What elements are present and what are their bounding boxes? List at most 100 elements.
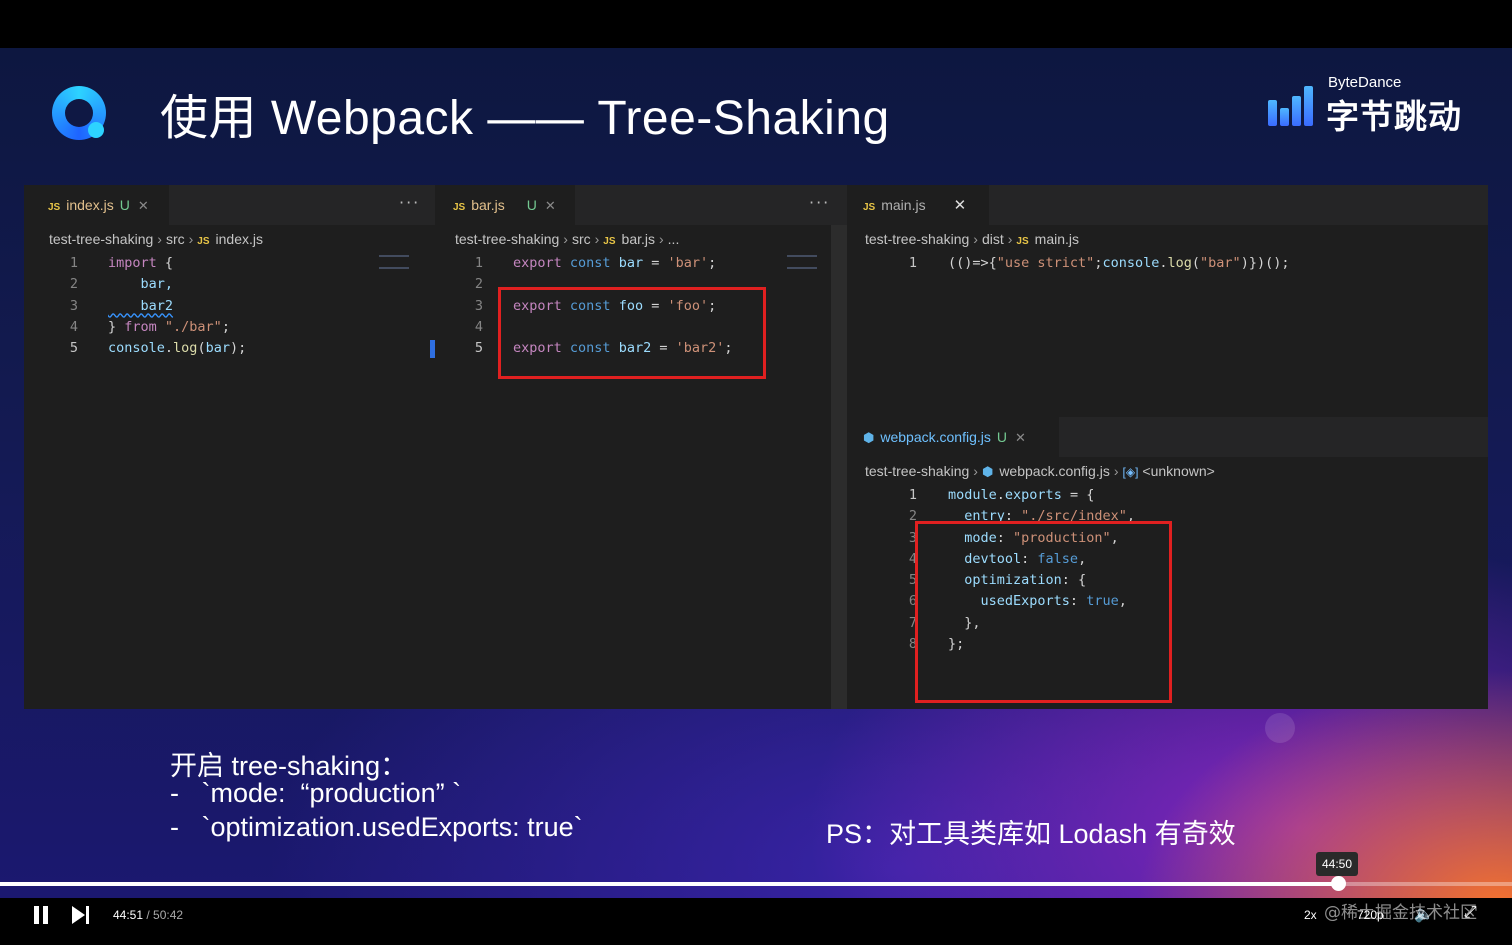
code-token: bar2 — [108, 297, 174, 314]
scrollbar[interactable] — [831, 225, 847, 709]
caption-ps: PS：对工具类库如 Lodash 有奇效 — [826, 819, 1236, 849]
highlight-box — [915, 521, 1172, 703]
js-file-icon: JS — [453, 202, 466, 213]
pane-webpack-config: ⬢ webpack.config.js U ✕ test-tree-shaking › ⬢… — [849, 417, 1488, 709]
player-controls: 44:51 / 50:42 2x 720p 🔈 ⤢ @稀土掘金技术社区 — [0, 898, 1512, 945]
highlight-box — [498, 287, 766, 379]
tab-bar: JS bar.js U ✕ ··· — [437, 185, 847, 225]
symbol-icon: [◈] — [1122, 465, 1139, 479]
code-text: module.exports = { — [948, 485, 1094, 506]
code-line[interactable]: 1 module.exports = { — [849, 485, 1488, 506]
code-token: console — [108, 340, 165, 357]
code-line[interactable]: 2 bar, — [24, 274, 435, 295]
hover-time-tooltip: 44:50 — [1316, 852, 1359, 876]
code-token: )})(); — [1240, 255, 1290, 271]
skip-next-icon[interactable] — [70, 906, 92, 926]
line-number: 4 — [908, 550, 917, 567]
code-text: (()=>{"use strict";console.log("bar")})(… — [948, 253, 1289, 274]
code-token: ( — [197, 340, 206, 357]
line-number: 4 — [69, 318, 78, 335]
line-number: 6 — [908, 593, 917, 610]
line-number: 5 — [908, 572, 917, 589]
tab-main-js[interactable]: JS main.js ✕ — [849, 185, 989, 225]
line-number: 4 — [474, 318, 483, 335]
code-line[interactable]: 4} from "./bar"; — [24, 317, 435, 338]
line-number: 1 — [474, 255, 483, 271]
code-token: . — [996, 487, 1005, 503]
time-display: 44:51 / 50:42 — [113, 908, 184, 922]
bytedance-logo-icon — [1268, 86, 1316, 126]
line-number: 3 — [908, 529, 917, 546]
code-token: import — [108, 255, 157, 271]
code-token: ; — [708, 255, 717, 271]
breadcrumb: test-tree-shaking › src › JS bar.js ›... — [455, 231, 680, 247]
pause-icon[interactable] — [32, 906, 50, 926]
code-token: } — [108, 318, 125, 335]
code-token: bar — [618, 255, 644, 271]
line-number: 1 — [908, 255, 917, 271]
brand-latin: ByteDance — [1328, 74, 1402, 91]
code-token: module — [948, 487, 997, 503]
tab-bar: ⬢ webpack.config.js U ✕ — [849, 417, 1488, 457]
js-file-icon: JS — [48, 202, 61, 213]
code-line[interactable]: 3 bar2 — [24, 296, 435, 317]
webpack-file-icon: ⬢ — [981, 464, 994, 479]
code-token: console — [1102, 255, 1160, 271]
more-actions-icon[interactable]: ··· — [809, 185, 830, 225]
tab-bar: JS main.js ✕ — [849, 185, 1488, 225]
code-token: { — [156, 255, 174, 271]
line-number: 3 — [69, 297, 78, 314]
code-token: exports — [1004, 487, 1062, 503]
progress-fill — [0, 882, 1338, 886]
code-text: bar, — [108, 274, 174, 295]
tab-webpack-config[interactable]: ⬢ webpack.config.js U ✕ — [849, 417, 1059, 457]
js-file-icon: JS — [603, 236, 616, 247]
js-file-icon: JS — [197, 236, 210, 247]
code-token: ; — [221, 318, 230, 335]
code-token: log — [173, 340, 198, 357]
line-number: 8 — [908, 636, 917, 653]
tab-index-js[interactable]: JS index.js U ✕ — [24, 185, 169, 225]
more-actions-icon[interactable]: ··· — [399, 185, 420, 225]
minimap[interactable] — [379, 255, 409, 269]
code-token: bar, — [108, 276, 174, 293]
slide-title: 使用 Webpack —— Tree-Shaking — [160, 92, 890, 145]
code-line[interactable]: 1 (()=>{"use strict";console.log("bar")})… — [849, 253, 1488, 274]
code-line[interactable]: 1 export const bar = 'bar'; — [437, 253, 847, 274]
scroll-indicator — [430, 340, 435, 358]
js-file-icon: JS — [863, 202, 876, 213]
close-icon[interactable]: ✕ — [545, 198, 556, 213]
course-logo-dot — [88, 122, 104, 138]
speed-button[interactable]: 2x — [1304, 908, 1317, 922]
close-icon[interactable]: ✕ — [138, 198, 149, 213]
close-icon[interactable]: ✕ — [1015, 430, 1026, 445]
code-token: . — [1159, 255, 1168, 271]
pane-index-js: JS index.js U ✕ ··· test-tree-shaking › src › J… — [24, 185, 435, 709]
code-area[interactable]: 1 import {2 bar, 3 bar2 4} from "./bar"; 5 co… — [24, 253, 435, 359]
close-icon[interactable]: ✕ — [954, 197, 967, 214]
line-number: 1 — [69, 255, 78, 271]
webpack-file-icon: ⬢ — [863, 430, 875, 445]
minimap[interactable] — [787, 255, 817, 269]
code-token: "bar" — [1200, 255, 1241, 271]
top-letterbox — [0, 0, 1512, 48]
code-line[interactable]: 5 console.log(bar); — [24, 338, 435, 359]
code-line[interactable]: 1 import { — [24, 253, 435, 274]
code-token: "use strict" — [996, 255, 1095, 271]
code-token: ( — [1191, 255, 1201, 271]
code-editor: JS index.js U ✕ ··· test-tree-shaking › src › J… — [24, 185, 1488, 709]
decor-circle — [1265, 713, 1295, 743]
code-token: const — [561, 255, 619, 271]
code-area[interactable]: 1 (()=>{"use strict";console.log("bar")})… — [849, 253, 1488, 274]
tab-bar-js[interactable]: JS bar.js U ✕ — [437, 185, 575, 225]
code-token: log — [1167, 255, 1192, 271]
code-text: import { — [108, 253, 173, 274]
pane-bar-js: JS bar.js U ✕ ··· test-tree-shaking › src › JS b… — [437, 185, 847, 709]
progress-knob[interactable] — [1331, 876, 1346, 891]
tab-bar: JS index.js U ✕ ··· — [24, 185, 435, 225]
line-number: 3 — [474, 297, 483, 314]
line-number: 5 — [474, 340, 483, 357]
code-token: = { — [1061, 487, 1095, 503]
caption-item-used-exports: - `optimization.usedExports: true` — [170, 812, 583, 842]
code-token: = — [643, 255, 668, 271]
